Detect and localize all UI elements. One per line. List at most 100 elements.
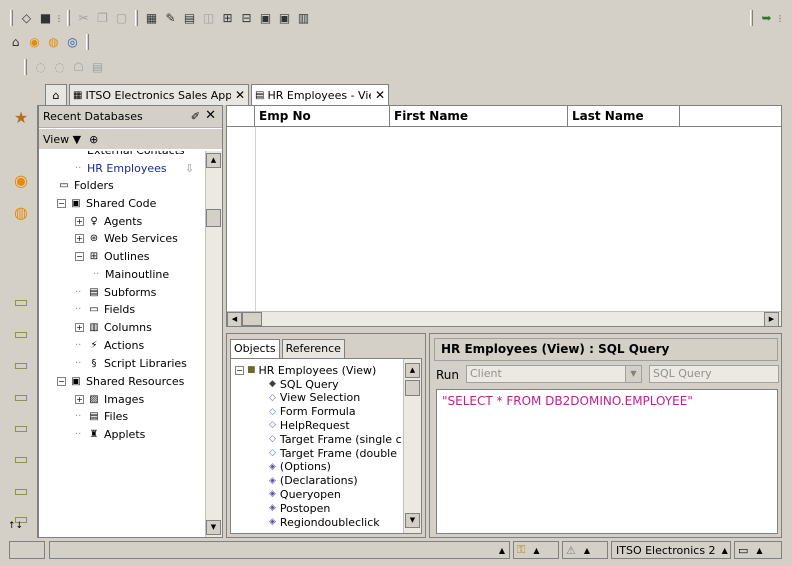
tab-home[interactable]: ⌂ <box>45 84 67 105</box>
page-icon[interactable]: ▣ <box>257 10 274 26</box>
sidebar-item[interactable]: ··External Contacts <box>75 151 185 159</box>
scroll-thumb[interactable] <box>206 209 221 227</box>
object-item[interactable]: ◈ Regiondoubleclick <box>269 515 380 529</box>
sidebar-item[interactable]: ·· ♜ Applets <box>75 426 145 443</box>
folder-icon[interactable]: ▭ <box>10 388 32 406</box>
expand-icon[interactable]: + <box>75 217 84 226</box>
chevron-down-icon[interactable]: ▼ <box>625 366 641 382</box>
view-icon[interactable]: ▤ <box>181 10 198 26</box>
scroll-up-icon[interactable]: ▲ <box>206 153 221 168</box>
window-icon[interactable]: ▣ <box>276 10 293 26</box>
chevron-up-icon[interactable]: ▲ <box>584 546 590 555</box>
object-item[interactable]: ◈ (Options) <box>269 460 331 474</box>
object-item[interactable]: ◇ Form Formula <box>269 405 356 419</box>
folder-icon[interactable]: ▭ <box>10 356 32 374</box>
navigator-scrollbar[interactable]: ▲ ▼ <box>205 151 222 537</box>
inbox-status[interactable]: ▭ ▲ <box>734 541 782 559</box>
object-item[interactable]: ◇Target Frame (double clicl <box>269 446 401 460</box>
tab-objects[interactable]: Objects <box>230 339 280 358</box>
properties-icon[interactable]: ▦ <box>143 10 160 26</box>
sidebar-item[interactable]: + ♀ Agents <box>75 213 142 230</box>
chat-icon[interactable]: ◌ <box>32 59 49 75</box>
selection-column-header[interactable] <box>227 106 255 126</box>
save-icon[interactable]: ■ <box>37 10 54 26</box>
object-item[interactable]: ◈ Queryopen <box>269 487 341 501</box>
expand-icon[interactable]: + <box>75 395 84 404</box>
chevron-up-icon[interactable]: ▲ <box>533 546 539 555</box>
tab-reference[interactable]: Reference <box>281 339 345 358</box>
document-icon[interactable]: ▤ <box>89 59 106 75</box>
close-icon[interactable]: ✕ <box>235 88 245 102</box>
close-icon[interactable]: ✕ <box>205 108 216 123</box>
web-icon[interactable]: ◎ <box>64 34 81 50</box>
expand-icon[interactable]: + <box>75 234 84 243</box>
collapse-icon[interactable]: − <box>235 365 244 375</box>
sidebar-item[interactable]: ·· ▤ Files <box>75 408 128 425</box>
object-item[interactable]: ◈ (Declarations) <box>269 474 358 488</box>
folder-icon[interactable]: ▭ <box>10 450 32 468</box>
new-folder-icon[interactable]: ⊕ <box>89 133 98 146</box>
folder-icon[interactable]: ▭ <box>10 293 32 311</box>
mail-icon[interactable]: ◍ <box>45 34 62 50</box>
sidebar-item[interactable]: ▭ Folders <box>57 177 113 194</box>
scroll-down-icon[interactable]: ▼ <box>206 520 221 535</box>
close-icon[interactable]: ✕ <box>375 88 385 102</box>
collapse-icon[interactable]: − <box>57 199 66 208</box>
pin-icon[interactable]: ✐ <box>191 110 200 123</box>
scroll-left-icon[interactable]: ◀ <box>227 312 242 327</box>
sidebar-item[interactable]: + ⊛ Web Services <box>75 230 178 247</box>
status-message-area[interactable]: ▲ <box>49 541 510 559</box>
object-item[interactable]: ◆ SQL Query <box>269 377 339 391</box>
run-location-select[interactable]: Client ▼ <box>466 365 642 383</box>
sidebar-item[interactable]: ·· Mainoutline <box>93 266 169 283</box>
folder-icon[interactable]: ▭ <box>10 482 32 500</box>
location-status[interactable]: ITSO Electronics 2 ▲ <box>611 541 731 559</box>
sidebar-item[interactable]: ·· § Script Libraries <box>75 355 187 372</box>
online-status[interactable]: ⚠ ▲ <box>562 541 608 559</box>
collapse-icon[interactable]: − <box>57 377 66 386</box>
people-icon[interactable]: ◌ <box>51 59 68 75</box>
objects-root[interactable]: − ■ HR Employees (View) <box>235 363 376 377</box>
mail-icon[interactable]: ◍ <box>10 204 32 222</box>
scroll-down-icon[interactable]: ▼ <box>405 513 420 528</box>
horizontal-scrollbar[interactable]: ◀ ▶ <box>227 311 781 327</box>
scroll-up-icon[interactable]: ▲ <box>405 363 420 378</box>
copy-icon[interactable]: ❐ <box>94 10 111 26</box>
language-select[interactable]: SQL Query <box>649 365 779 383</box>
scroll-right-icon[interactable]: ▶ <box>764 312 779 327</box>
column-header-last-name[interactable]: Last Name <box>568 106 680 126</box>
object-item[interactable]: ◈ Postopen <box>269 501 330 515</box>
sidebar-item[interactable]: ·· ⚡ Actions <box>75 337 144 354</box>
dropdown-icon[interactable]: ⋮ <box>776 10 784 26</box>
replicate-icon[interactable]: ◉ <box>26 34 43 50</box>
sidebar-item[interactable]: ·· HR Employees ⇩ <box>75 160 194 177</box>
folder-icon[interactable]: ▭ <box>10 419 32 437</box>
chevron-up-icon[interactable]: ▲ <box>756 546 762 555</box>
preview-icon[interactable]: ◫ <box>200 10 217 26</box>
layout-icon[interactable]: ▥ <box>295 10 312 26</box>
form-icon[interactable]: ⊟ <box>238 10 255 26</box>
back-arrow-icon[interactable]: ➥ <box>758 10 775 26</box>
scroll-thumb[interactable] <box>242 312 262 326</box>
new-icon[interactable]: ⊞ <box>219 10 236 26</box>
status-segment[interactable] <box>9 541 45 559</box>
home-icon[interactable]: ⌂ <box>7 34 24 50</box>
column-header-emp-no[interactable]: Emp No <box>255 106 390 126</box>
dropdown-icon[interactable]: ⋮ <box>55 10 63 26</box>
sql-query-editor[interactable]: "SELECT * FROM DB2DOMINO.EMPLOYEE" <box>436 389 778 534</box>
favorites-icon[interactable]: ★ <box>10 109 32 127</box>
cut-icon[interactable]: ✂ <box>75 10 92 26</box>
objects-scrollbar[interactable]: ▲ ▼ <box>403 359 421 533</box>
move-down-icon[interactable]: ⇩ <box>185 162 194 175</box>
tab-hr-employees-view[interactable]: ▤ HR Employees - View ✕ <box>251 84 389 105</box>
sidebar-item[interactable]: ·· ▭ Fields <box>75 301 135 318</box>
design-icon[interactable]: ✎ <box>162 10 179 26</box>
select-icon[interactable]: ◇ <box>18 10 35 26</box>
security-status[interactable]: ⚿ ▲ <box>513 541 559 559</box>
sidebar-item[interactable]: + ▥ Columns <box>75 319 152 336</box>
scroll-thumb[interactable] <box>405 380 420 396</box>
column-header-first-name[interactable]: First Name <box>390 106 568 126</box>
tab-sales-application[interactable]: ▦ ITSO Electronics Sales Applicati... ✕ <box>69 84 249 105</box>
toolbar-grip[interactable] <box>10 10 13 26</box>
chevron-up-icon[interactable]: ▲ <box>499 546 505 555</box>
